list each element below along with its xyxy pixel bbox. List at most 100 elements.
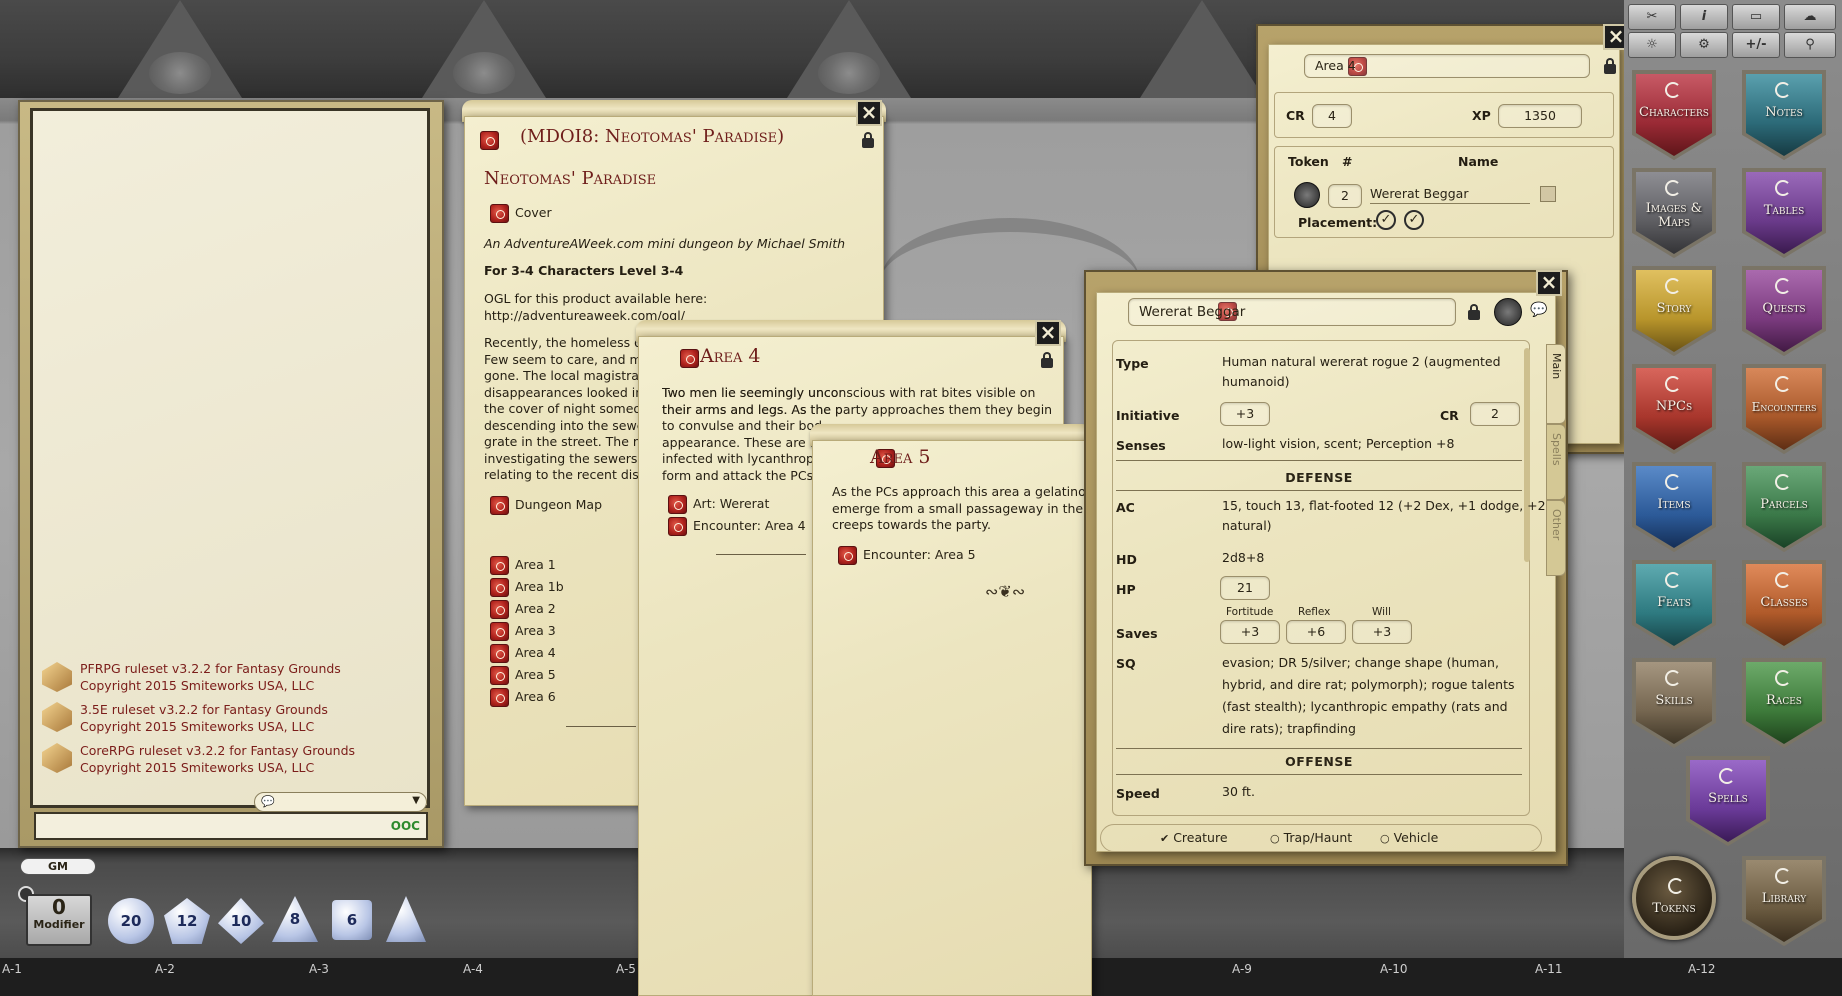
swirl-icon xyxy=(1665,474,1681,490)
divider xyxy=(716,554,806,555)
reflex-label: Reflex xyxy=(1298,606,1331,618)
senses-value: low-light vision, scent; Perception +8 xyxy=(1222,436,1455,451)
will-field[interactable]: +3 xyxy=(1352,620,1412,644)
initiative-field[interactable]: +3 xyxy=(1220,402,1270,426)
frame-emblem xyxy=(149,52,211,94)
hp-label: HP xyxy=(1116,582,1136,597)
token-slot[interactable] xyxy=(1540,186,1556,202)
radio-empty-icon: ○ xyxy=(1380,832,1390,845)
lock-icon[interactable] xyxy=(1468,304,1480,320)
npc-name-field[interactable]: Wererat Beggar xyxy=(1128,298,1456,326)
radio-empty-icon: ○ xyxy=(1270,832,1280,845)
swirl-icon xyxy=(1775,572,1791,588)
fortitude-field[interactable]: +3 xyxy=(1220,620,1280,644)
d6-die[interactable]: 6 xyxy=(332,900,372,940)
chat-identity-dropdown[interactable]: 💬 ▼ xyxy=(254,792,427,812)
story-link-area[interactable]: Area 1 xyxy=(490,554,556,576)
creature-name-field[interactable]: Wererat Beggar xyxy=(1370,186,1530,204)
checkmark-icon: ✔ xyxy=(1160,832,1170,845)
story-link-area[interactable]: Area 2 xyxy=(490,598,556,620)
count-field[interactable]: 2 xyxy=(1328,184,1362,208)
hd-label: HD xyxy=(1116,552,1137,567)
tokens-button[interactable]: Tokens xyxy=(1632,856,1716,940)
speech-bubble-icon[interactable]: 💬 xyxy=(1530,302,1547,318)
swirl-icon xyxy=(1665,278,1681,294)
reflex-field[interactable]: +6 xyxy=(1286,620,1346,644)
tool-button-modifier[interactable]: +/- xyxy=(1732,32,1780,58)
type-label: Type xyxy=(1116,356,1149,371)
senses-label: Senses xyxy=(1116,438,1166,453)
close-button[interactable]: × xyxy=(856,100,882,126)
divider xyxy=(566,726,636,727)
close-button[interactable]: × xyxy=(1536,270,1562,296)
defense-header: DEFENSE xyxy=(1285,470,1353,485)
story-link-area[interactable]: Area 4 xyxy=(490,642,556,664)
cr-field[interactable]: 4 xyxy=(1312,104,1352,128)
tab-spells[interactable]: Spells xyxy=(1546,424,1566,500)
xp-label: XP xyxy=(1472,108,1491,123)
chat-message: CoreRPG ruleset v3.2.2 for Fantasy Groun… xyxy=(80,743,356,775)
tool-button-settings[interactable]: ⚙ xyxy=(1680,32,1728,58)
lock-icon[interactable] xyxy=(862,132,874,148)
tool-button-daynight[interactable]: ☼ xyxy=(1628,32,1676,58)
type-radio-trap[interactable]: ○ Trap/Haunt xyxy=(1270,830,1352,845)
area4-link-art[interactable]: Art: Wererat xyxy=(668,493,769,515)
type-radio-vehicle[interactable]: ○ Vehicle xyxy=(1380,830,1438,845)
story-byline: An AdventureAWeek.com mini dungeon by Mi… xyxy=(484,236,846,251)
grid-label: A-4 xyxy=(463,962,483,976)
divider xyxy=(1116,774,1522,775)
name-header: Name xyxy=(1458,154,1499,169)
tool-button-pointer[interactable]: ⚲ xyxy=(1784,32,1836,58)
modifier-box[interactable]: 0 Modifier xyxy=(26,894,92,946)
chat-input[interactable]: OOC xyxy=(34,812,428,840)
encounter-name-field[interactable]: Area 4 xyxy=(1304,54,1590,78)
type-radio-creature[interactable]: ✔ Creature xyxy=(1160,830,1228,845)
cr-label: CR xyxy=(1440,408,1459,423)
cr-field[interactable]: 2 xyxy=(1470,402,1520,426)
count-header: # xyxy=(1342,154,1353,169)
swirl-icon xyxy=(1775,868,1791,884)
story-link-map[interactable]: Dungeon Map xyxy=(490,494,602,516)
placement-check-icon[interactable]: ✓ xyxy=(1376,210,1396,230)
tab-other[interactable]: Other xyxy=(1546,500,1566,576)
grid-label: A-10 xyxy=(1380,962,1408,976)
frame-spike xyxy=(1140,0,1264,98)
tab-main[interactable]: Main xyxy=(1546,344,1566,424)
npc-token[interactable] xyxy=(1494,298,1522,326)
tool-button-weather[interactable]: ☁ xyxy=(1784,4,1836,30)
link-icon xyxy=(490,556,509,575)
tool-button-window[interactable]: ▭ xyxy=(1732,4,1780,30)
offense-header: OFFENSE xyxy=(1285,754,1353,769)
story-link-icon[interactable] xyxy=(480,131,499,150)
story-link-icon[interactable] xyxy=(680,349,700,368)
story-link-area[interactable]: Area 3 xyxy=(490,620,556,642)
ac-value: 15, touch 13, flat-footed 12 (+2 Dex, +1… xyxy=(1222,498,1546,533)
speed-label: Speed xyxy=(1116,786,1160,801)
story-link-cover[interactable]: Cover xyxy=(490,202,552,224)
link-icon xyxy=(490,600,509,619)
grid-label: A-1 xyxy=(2,962,22,976)
story-link-area[interactable]: Area 6 xyxy=(490,686,556,708)
speed-value: 30 ft. xyxy=(1222,784,1255,799)
area4-link-encounter[interactable]: Encounter: Area 4 xyxy=(668,515,806,537)
ooc-toggle[interactable]: OOC xyxy=(391,819,420,833)
d20-die[interactable]: 20 xyxy=(108,898,154,944)
swirl-icon xyxy=(1665,572,1681,588)
xp-field[interactable]: 1350 xyxy=(1498,104,1582,128)
tool-button-info[interactable]: i xyxy=(1680,4,1728,30)
lock-icon[interactable] xyxy=(1041,352,1053,368)
wererat-token[interactable] xyxy=(1294,182,1320,208)
hp-field[interactable]: 21 xyxy=(1220,576,1270,600)
tool-button-wrench[interactable]: ✂ xyxy=(1628,4,1676,30)
close-button[interactable]: × xyxy=(1035,320,1061,346)
lock-icon[interactable] xyxy=(1604,58,1616,74)
story-link-area[interactable]: Area 1b xyxy=(490,576,564,598)
swirl-icon xyxy=(1775,474,1791,490)
area5-link-encounter[interactable]: Encounter: Area 5 xyxy=(838,544,976,566)
story-link-area[interactable]: Area 5 xyxy=(490,664,556,686)
type-value: Human natural wererat rogue 2 (augmented… xyxy=(1222,354,1501,389)
ornament-divider: ∾❦∾ xyxy=(985,582,1026,601)
will-label: Will xyxy=(1372,606,1391,618)
placement-check-icon[interactable]: ✓ xyxy=(1404,210,1424,230)
frame-emblem xyxy=(453,52,515,94)
